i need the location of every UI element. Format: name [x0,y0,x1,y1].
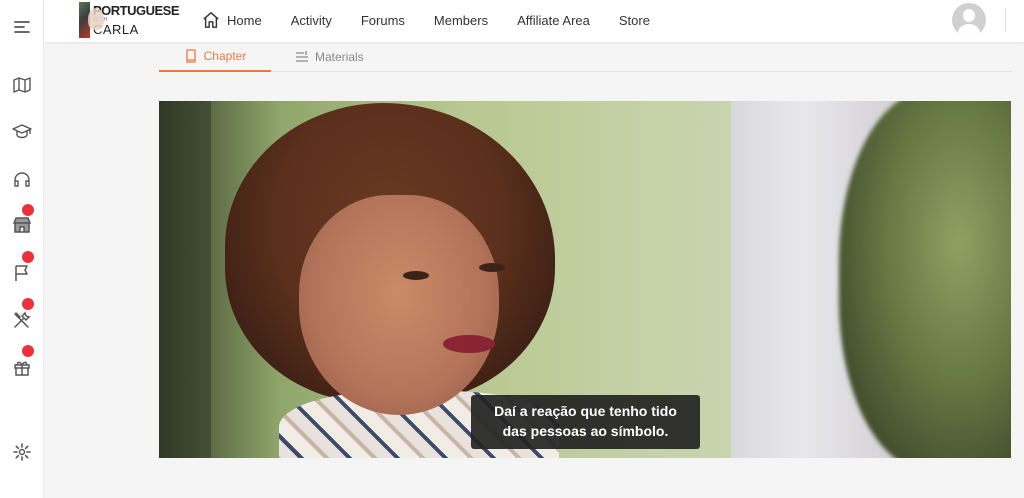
flag-icon [15,265,28,281]
nav-home-label: Home [227,12,262,28]
home-icon [203,12,219,28]
list-icon [296,51,308,62]
headphones-icon [14,172,30,187]
video-background-column [159,101,211,458]
header-divider [1005,8,1006,32]
left-sidebar [0,0,44,498]
video-person-eye [479,263,505,272]
notification-badge [22,251,34,263]
sidebar-item-settings[interactable] [0,437,44,467]
subtitle-line-2: das pessoas ao símbolo. [502,423,669,439]
nav-store[interactable]: Store [619,13,650,28]
video-foreground-blur [839,101,1011,458]
logo-image [79,2,104,38]
sidebar-item-audio[interactable] [0,164,44,194]
logo-line-3: CARLA [92,22,139,37]
subtitle-line-1: Daí a reação que tenho tido [494,403,677,419]
top-header: PORTUGUESE WITH CARLA Home Activity Foru… [44,0,1024,42]
tab-materials[interactable]: Materials [295,42,364,72]
book-icon [185,49,196,63]
nav-members[interactable]: Members [434,13,488,28]
main-nav: Home Activity Forums Members Affiliate A… [202,0,679,40]
nav-home[interactable]: Home [202,11,262,29]
tab-chapter[interactable]: Chapter [159,42,271,72]
nav-forums[interactable]: Forums [361,13,405,28]
nav-activity-label: Activity [290,12,332,28]
sidebar-item-courses[interactable] [0,116,44,146]
sidebar-item-map[interactable] [0,70,44,100]
sidebar-item-store[interactable] [0,210,44,240]
graduation-cap-icon [12,124,32,139]
video-subtitle: Daí a reação que tenho tido das pessoas … [471,395,700,449]
content-tabs: Chapter Materials [159,42,1012,72]
video-person-eye [403,271,429,280]
map-icon [13,77,31,93]
menu-icon [14,21,30,33]
site-logo[interactable]: PORTUGUESE WITH CARLA [79,2,180,38]
user-avatar[interactable] [952,3,986,37]
video-person-face [299,195,499,415]
store-icon [12,217,32,233]
video-person-lips [443,335,495,353]
notification-badge [22,298,34,310]
tab-chapter-label: Chapter [203,49,247,63]
nav-affiliate-area[interactable]: Affiliate Area [517,13,590,28]
notification-badge [22,345,34,357]
nav-store-label: Store [618,12,650,28]
avatar-head [963,9,975,22]
notification-badge [22,204,34,216]
tab-materials-label: Materials [315,50,364,64]
nav-activity[interactable]: Activity [291,13,332,28]
avatar-body [958,24,980,37]
tools-icon [14,311,31,328]
menu-toggle-button[interactable] [0,12,44,42]
nav-forums-label: Forums [360,12,405,28]
logo-line-1: PORTUGUESE [92,3,180,18]
gift-icon [14,361,30,376]
settings-icon [13,443,31,461]
sidebar-item-flag[interactable] [0,258,44,288]
sidebar-item-gifts[interactable] [0,352,44,382]
nav-members-label: Members [433,12,489,28]
sidebar-item-tools[interactable] [0,305,44,335]
logo-text: PORTUGUESE WITH CARLA [92,3,180,37]
nav-affiliate-area-label: Affiliate Area [517,12,590,28]
